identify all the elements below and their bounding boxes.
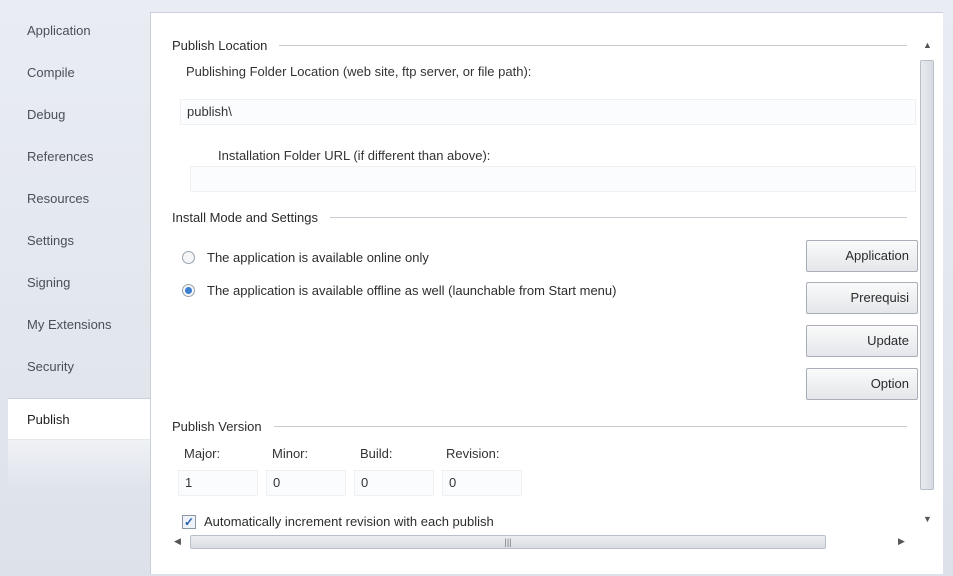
application-files-button[interactable]: Application xyxy=(806,240,918,272)
prerequisites-button[interactable]: Prerequisi xyxy=(806,282,918,314)
horizontal-scrollbar[interactable]: ◀ ||| ▶ xyxy=(172,532,912,552)
scroll-grip-icon: ||| xyxy=(504,537,512,547)
sidebar-fade xyxy=(8,430,150,490)
build-input[interactable]: 0 xyxy=(354,470,434,496)
sidebar-item-references[interactable]: References xyxy=(8,136,150,178)
minor-input[interactable]: 0 xyxy=(266,470,346,496)
publish-location-header: Publish Location xyxy=(172,38,907,53)
scroll-left-arrow-icon[interactable]: ◀ xyxy=(174,536,181,547)
publish-version-title: Publish Version xyxy=(172,419,262,434)
group-divider xyxy=(279,45,907,46)
group-divider xyxy=(273,426,907,427)
revision-input[interactable]: 0 xyxy=(442,470,522,496)
scroll-up-arrow-icon[interactable]: ▲ xyxy=(923,40,932,50)
installation-url-label: Installation Folder URL (if different th… xyxy=(218,148,491,163)
group-divider xyxy=(329,217,907,218)
installation-url-input[interactable] xyxy=(190,166,916,192)
scroll-right-arrow-icon[interactable]: ▶ xyxy=(898,536,905,547)
vertical-scroll-thumb[interactable] xyxy=(920,60,934,490)
sidebar-item-settings[interactable]: Settings xyxy=(8,220,150,262)
online-only-radio[interactable] xyxy=(182,251,195,264)
auto-increment-checkbox[interactable]: ✓ xyxy=(182,514,196,529)
major-label: Major: xyxy=(184,446,221,461)
sidebar-item-compile[interactable]: Compile xyxy=(8,52,150,94)
install-mode-title: Install Mode and Settings xyxy=(172,210,318,225)
build-label: Build: xyxy=(360,446,393,461)
options-button[interactable]: Option xyxy=(806,368,918,400)
publish-version-header: Publish Version xyxy=(172,419,907,434)
horizontal-scroll-thumb[interactable]: ||| xyxy=(190,535,826,549)
major-input[interactable]: 1 xyxy=(178,470,258,496)
updates-button[interactable]: Update xyxy=(806,325,918,357)
sidebar-item-security[interactable]: Security xyxy=(8,346,150,388)
properties-sidebar: Application Compile Debug References Res… xyxy=(8,10,150,450)
auto-increment-label: Automatically increment revision with ea… xyxy=(204,514,494,529)
sidebar-item-application[interactable]: Application xyxy=(8,10,150,52)
sidebar-item-signing[interactable]: Signing xyxy=(8,262,150,304)
revision-label: Revision: xyxy=(446,446,500,461)
publishing-folder-input[interactable]: publish\ xyxy=(180,99,916,125)
offline-radio[interactable] xyxy=(182,284,195,297)
vertical-scrollbar[interactable]: ▲ ▼ xyxy=(917,38,937,568)
sidebar-item-debug[interactable]: Debug xyxy=(8,94,150,136)
online-only-option[interactable]: The application is available online only xyxy=(182,250,429,265)
install-mode-header: Install Mode and Settings xyxy=(172,210,907,225)
sidebar-item-resources[interactable]: Resources xyxy=(8,178,150,220)
scroll-down-arrow-icon[interactable]: ▼ xyxy=(923,514,932,524)
offline-option[interactable]: The application is available offline as … xyxy=(182,283,616,298)
publish-location-title: Publish Location xyxy=(172,38,268,53)
publishing-folder-label: Publishing Folder Location (web site, ft… xyxy=(186,64,532,79)
project-properties-window: Application Compile Debug References Res… xyxy=(0,0,953,576)
auto-increment-option[interactable]: ✓ Automatically increment revision with … xyxy=(182,514,494,529)
online-only-label: The application is available online only xyxy=(207,250,429,265)
sidebar-item-my-extensions[interactable]: My Extensions xyxy=(8,304,150,346)
minor-label: Minor: xyxy=(272,446,309,461)
offline-label: The application is available offline as … xyxy=(207,283,617,298)
